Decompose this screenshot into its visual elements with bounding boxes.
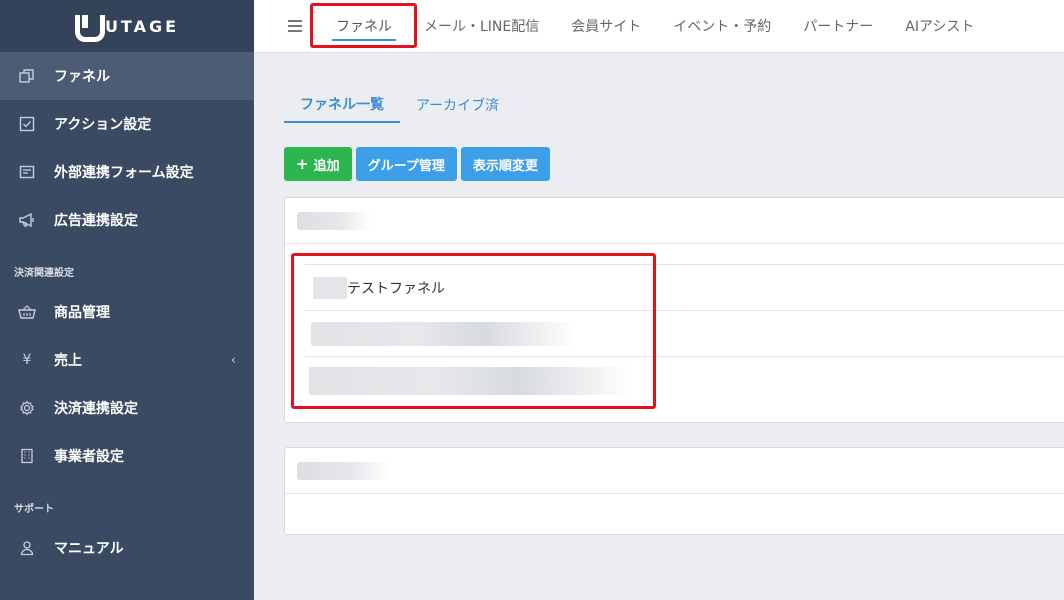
tab-member-site[interactable]: 会員サイト	[555, 0, 657, 53]
tab-event-booking[interactable]: イベント・予約	[657, 0, 787, 53]
sidebar-item-label: 売上	[54, 353, 82, 369]
sidebar-item-external-form[interactable]: 外部連携フォーム設定	[0, 148, 254, 196]
add-button-label: 追加	[313, 158, 340, 174]
chevron-left-icon[interactable]: ‹	[231, 353, 236, 368]
gear-icon	[18, 399, 36, 417]
basket-icon	[18, 303, 36, 321]
subtab-bar: ファネル一覧 アーカイブ済	[284, 86, 515, 124]
sidebar: UTAGE ファネル アクション設定 外部連携フォーム設定 広告連携設定 決済関…	[0, 0, 254, 600]
utage-logo-icon	[74, 15, 105, 42]
sidebar-item-label: 商品管理	[54, 305, 110, 321]
section-label-payment: 決済関連設定	[14, 267, 74, 279]
user-icon	[18, 539, 36, 557]
highlight-box-funnel-list	[291, 253, 656, 409]
reorder-button[interactable]: 表示順変更	[460, 147, 550, 181]
megaphone-icon	[18, 211, 36, 229]
tab-ai-assist[interactable]: AIアシスト	[889, 0, 990, 53]
sidebar-item-label: アクション設定	[54, 117, 152, 133]
redacted-group-name	[297, 461, 391, 480]
section-label-support: サポート	[14, 503, 54, 515]
form-icon	[18, 163, 36, 181]
tab-mail-line[interactable]: メール・LINE配信	[408, 0, 555, 53]
sidebar-item-products[interactable]: 商品管理	[0, 288, 254, 336]
brand-logo[interactable]: UTAGE	[0, 0, 254, 52]
tab-archived[interactable]: アーカイブ済	[400, 86, 515, 123]
tab-funnel-list[interactable]: ファネル一覧	[284, 86, 400, 123]
hamburger-menu-icon[interactable]	[288, 20, 302, 32]
redacted-group-name	[297, 211, 371, 230]
sidebar-item-sales[interactable]: ¥ 売上 ‹	[0, 336, 254, 384]
plus-icon: +	[296, 155, 309, 173]
sidebar-item-business[interactable]: 事業者設定	[0, 432, 254, 480]
checklist-icon	[18, 115, 36, 133]
sidebar-item-label: 広告連携設定	[54, 213, 138, 229]
sidebar-item-payment-integration[interactable]: 決済連携設定	[0, 384, 254, 432]
sidebar-item-label: 外部連携フォーム設定	[54, 165, 194, 181]
sidebar-item-label: 事業者設定	[54, 449, 124, 465]
sidebar-item-action[interactable]: アクション設定	[0, 100, 254, 148]
sidebar-item-manual[interactable]: マニュアル	[0, 524, 254, 572]
funnel-group-panel	[284, 447, 1064, 535]
sidebar-item-funnel[interactable]: ファネル	[0, 52, 254, 100]
yen-icon: ¥	[22, 352, 32, 368]
sidebar-item-ad[interactable]: 広告連携設定	[0, 196, 254, 244]
copy-icon	[18, 67, 36, 85]
group-header	[285, 448, 1064, 494]
action-buttons: + 追加 グループ管理 表示順変更	[284, 147, 550, 181]
add-button[interactable]: + 追加	[284, 147, 352, 181]
sidebar-item-label: 決済連携設定	[54, 401, 138, 417]
group-header	[285, 198, 1064, 244]
group-manage-button[interactable]: グループ管理	[355, 147, 457, 181]
sidebar-item-label: ファネル	[54, 69, 110, 85]
highlight-box-funnel-tab	[310, 3, 417, 48]
sidebar-item-label: マニュアル	[54, 541, 124, 557]
building-icon	[18, 447, 36, 465]
tab-partner[interactable]: パートナー	[787, 0, 889, 53]
brand-name: UTAGE	[104, 16, 180, 36]
